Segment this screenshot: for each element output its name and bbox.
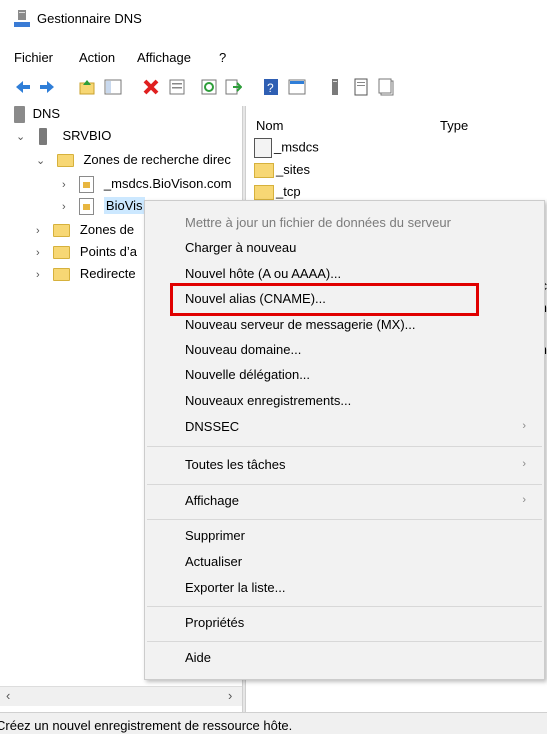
menu-separator [147, 606, 542, 607]
status-text: Créez un nouvel enregistrement de ressou… [0, 718, 293, 733]
menu-help[interactable]: ? [219, 50, 226, 65]
column-header-name[interactable]: Nom [256, 118, 283, 133]
menu-item-export-list[interactable]: Exporter la liste... [185, 580, 285, 602]
delete-icon[interactable] [142, 78, 160, 96]
tree-label-selected-zone: BioVis [103, 197, 145, 214]
list-item[interactable]: _msdcs [254, 138, 319, 160]
export-icon[interactable] [224, 78, 242, 96]
chevron-down-icon[interactable]: ⌄ [36, 155, 45, 167]
status-bar: Créez un nouvel enregistrement de ressou… [0, 712, 547, 734]
records-icon[interactable] [378, 78, 396, 96]
folder-icon [53, 224, 71, 238]
chevron-right-icon[interactable]: › [36, 247, 40, 259]
highlight-box [170, 283, 479, 316]
server-icon[interactable] [326, 78, 344, 96]
menu-item-all-tasks[interactable]: Toutes les tâches [185, 457, 285, 479]
list-item[interactable]: _sites [254, 162, 310, 184]
forward-icon[interactable] [38, 78, 56, 96]
menu-separator [147, 641, 542, 642]
show-hide-tree-icon[interactable] [104, 78, 122, 96]
menu-separator [147, 446, 542, 447]
folder-icon [53, 246, 71, 260]
menu-item-view[interactable]: Affichage [185, 493, 239, 515]
menu-item-update-server-file[interactable]: Mettre à jour un fichier de données du s… [185, 215, 451, 237]
up-folder-icon[interactable] [78, 78, 96, 96]
chevron-right-icon[interactable]: › [62, 179, 66, 191]
tree-node-dns[interactable]: DNS [14, 106, 60, 126]
tree-node-forwarders[interactable]: › Redirecte [36, 266, 136, 286]
menu-item-reload[interactable]: Charger à nouveau [185, 240, 296, 262]
zone-icon [254, 138, 272, 158]
help-icon[interactable]: ? [262, 78, 280, 96]
back-icon[interactable] [14, 78, 32, 96]
menu-item-new-domain[interactable]: Nouveau domaine... [185, 342, 301, 364]
tree-label-forward-zones: Zones de recherche direc [83, 152, 231, 167]
menu-bar: Fichier Action Affichage ? [0, 50, 547, 70]
zone-icon[interactable] [352, 78, 370, 96]
menu-item-delete[interactable]: Supprimer [185, 528, 245, 550]
tree-label-msdcs-zone: _msdcs.BioVison.com [103, 176, 232, 191]
chevron-right-icon[interactable]: › [36, 269, 40, 281]
column-header-type[interactable]: Type [440, 118, 468, 133]
menu-item-new-mail-exchanger[interactable]: Nouveau serveur de messagerie (MX)... [185, 317, 415, 339]
menu-fichier[interactable]: Fichier [14, 50, 53, 65]
server-icon [38, 128, 47, 146]
window-title: Gestionnaire DNS [37, 11, 142, 26]
dns-root-icon [14, 106, 25, 124]
chevron-right-icon[interactable]: › [62, 201, 66, 213]
chevron-right-icon[interactable]: › [36, 225, 40, 237]
submenu-arrow-icon: › [522, 458, 526, 470]
scroll-left-icon[interactable]: ‹ [6, 688, 10, 703]
toolbar: ? [0, 74, 547, 100]
tree-node-trust-points[interactable]: › Points d’a [36, 244, 137, 264]
menu-item-dnssec[interactable]: DNSSEC [185, 419, 239, 441]
tree-node-reverse-zones[interactable]: › Zones de [36, 222, 134, 242]
tree-label-forwarders: Redirecte [79, 266, 136, 281]
menu-separator [147, 484, 542, 485]
svg-text:?: ? [267, 81, 274, 95]
dns-manager-icon [14, 10, 30, 27]
refresh-icon[interactable] [200, 78, 218, 96]
menu-item-new-delegation[interactable]: Nouvelle délégation... [185, 367, 310, 389]
menu-affichage[interactable]: Affichage [137, 50, 191, 65]
submenu-arrow-icon: › [522, 420, 526, 432]
menu-item-help[interactable]: Aide [185, 650, 211, 672]
menu-item-refresh[interactable]: Actualiser [185, 554, 242, 576]
tree-node-msdcs-zone[interactable]: › _msdcs.BioVison.com [62, 176, 232, 196]
folder-icon [254, 163, 274, 179]
menu-separator [147, 519, 542, 520]
context-menu: Mettre à jour un fichier de données du s… [144, 200, 545, 680]
tree-node-server[interactable]: ⌄ SRVBIO [16, 128, 111, 148]
chevron-down-icon[interactable]: ⌄ [16, 131, 25, 143]
properties-icon[interactable] [168, 78, 186, 96]
tree-label-reverse-zones: Zones de [79, 222, 135, 237]
tree-label-server: SRVBIO [62, 128, 112, 143]
title-bar: Gestionnaire DNS [0, 0, 547, 40]
horizontal-scrollbar[interactable]: ‹ › [0, 686, 242, 706]
zone-icon [79, 198, 95, 216]
zone-icon [79, 176, 95, 194]
tree-label-trust-points: Points d’a [79, 244, 138, 259]
tree-label-dns: DNS [32, 106, 61, 121]
console-icon[interactable] [288, 78, 306, 96]
submenu-arrow-icon: › [522, 494, 526, 506]
menu-item-properties[interactable]: Propriétés [185, 615, 244, 637]
menu-item-new-records[interactable]: Nouveaux enregistrements... [185, 393, 351, 415]
folder-icon [53, 268, 71, 282]
tree-node-forward-zones[interactable]: ⌄ Zones de recherche direc [36, 152, 231, 172]
menu-action[interactable]: Action [79, 50, 115, 65]
scroll-right-icon[interactable]: › [228, 688, 232, 703]
folder-icon [56, 154, 74, 168]
tree-node-biovison-zone[interactable]: › BioVis [62, 197, 145, 218]
folder-icon [254, 185, 274, 201]
